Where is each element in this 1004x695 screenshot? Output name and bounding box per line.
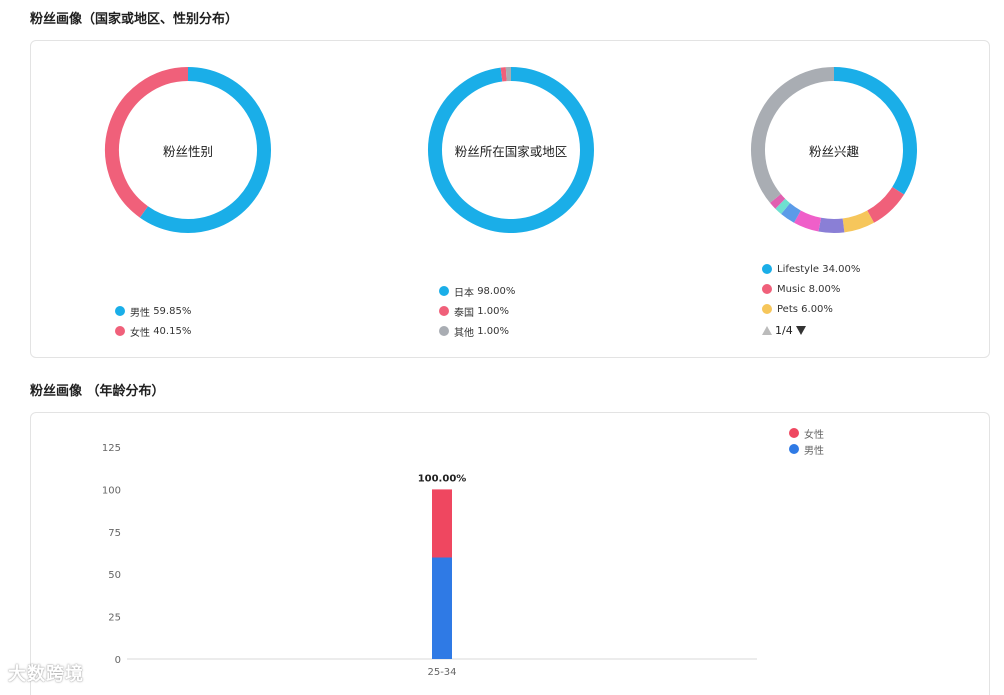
legend-dot (762, 264, 772, 274)
legend-item-male[interactable]: 男性 59.85% (115, 301, 191, 321)
gender-legend: 男性 59.85% 女性 40.15% (115, 301, 191, 341)
legend-dot (789, 428, 799, 438)
legend-dot (789, 444, 799, 454)
legend-value: 1.00% (477, 326, 509, 337)
legend-item-lifestyle[interactable]: Lifestyle 34.00% (762, 259, 860, 279)
gender-donut[interactable]: 粉丝性别 (103, 65, 273, 235)
pager-text: 1/4 (775, 324, 793, 337)
y-tick-label: 75 (108, 528, 121, 539)
gender-donut-center-label: 粉丝性别 (103, 65, 273, 235)
bar-total-label: 100.00% (418, 473, 467, 484)
pager-prev-icon[interactable] (762, 326, 772, 335)
y-tick-label: 0 (115, 655, 121, 666)
country-legend: 日本 98.00% 泰国 1.00% 其他 1.00% (439, 281, 515, 341)
fan-profile-card: 粉丝性别 男性 59.85% 女性 40.15% 粉丝所在国家或地区 日本 98… (30, 40, 990, 358)
legend-value: 6.00% (801, 304, 833, 315)
country-donut-center-label: 粉丝所在国家或地区 (426, 65, 596, 235)
legend-item-male[interactable]: 男性 (789, 441, 824, 457)
interest-donut-center-label: 粉丝兴趣 (749, 65, 919, 235)
legend-value: 1.00% (477, 306, 509, 317)
section-title-country-gender: 粉丝画像（国家或地区、性别分布） (30, 8, 238, 27)
interest-legend: Lifestyle 34.00% Music 8.00% Pets 6.00% … (762, 259, 860, 341)
legend-label: 男性 (804, 442, 824, 457)
watermark-logo: 大数跨境 (8, 660, 84, 686)
legend-item-music[interactable]: Music 8.00% (762, 279, 860, 299)
legend-dot (439, 306, 449, 316)
legend-item-female[interactable]: 女性 (789, 425, 824, 441)
legend-item-thailand[interactable]: 泰国 1.00% (439, 301, 515, 321)
legend-dot (439, 286, 449, 296)
legend-item-pets[interactable]: Pets 6.00% (762, 299, 860, 319)
legend-value: 8.00% (809, 284, 841, 295)
y-tick-label: 50 (108, 570, 121, 581)
legend-label: Lifestyle (777, 264, 819, 275)
legend-item-other[interactable]: 其他 1.00% (439, 321, 515, 341)
legend-label: 日本 (454, 284, 474, 299)
age-chart-card: 0 25 50 75 100 125 100.00% 25-34 女性 男性 (30, 412, 990, 695)
legend-label: 男性 (130, 304, 150, 319)
bar-segment-1[interactable] (432, 489, 452, 557)
legend-value: 40.15% (153, 326, 191, 337)
legend-label: Music (777, 284, 805, 295)
legend-dot (762, 284, 772, 294)
pager-next-icon[interactable] (796, 326, 806, 335)
age-bar-chart: 0 25 50 75 100 125 100.00% 25-34 (31, 413, 989, 695)
legend-item-female[interactable]: 女性 40.15% (115, 321, 191, 341)
legend-value: 34.00% (822, 264, 860, 275)
y-tick-label: 100 (102, 485, 121, 496)
legend-label: 女性 (804, 426, 824, 441)
legend-label: 女性 (130, 324, 150, 339)
interest-donut[interactable]: 粉丝兴趣 (749, 65, 919, 235)
legend-dot (439, 326, 449, 336)
legend-value: 59.85% (153, 306, 191, 317)
y-tick-label: 125 (102, 443, 121, 454)
legend-label: 其他 (454, 324, 474, 339)
section-title-age: 粉丝画像 （年龄分布） (30, 380, 165, 399)
bar-segment-0[interactable] (432, 557, 452, 659)
country-donut[interactable]: 粉丝所在国家或地区 (426, 65, 596, 235)
age-chart-legend: 女性 男性 (789, 425, 824, 457)
x-tick-label: 25-34 (427, 667, 456, 678)
legend-value: 98.00% (477, 286, 515, 297)
legend-label: Pets (777, 304, 798, 315)
legend-item-japan[interactable]: 日本 98.00% (439, 281, 515, 301)
legend-dot (115, 306, 125, 316)
legend-dot (115, 326, 125, 336)
legend-pager: 1/4 (762, 319, 860, 341)
y-tick-label: 25 (108, 613, 121, 624)
legend-dot (762, 304, 772, 314)
legend-label: 泰国 (454, 304, 474, 319)
